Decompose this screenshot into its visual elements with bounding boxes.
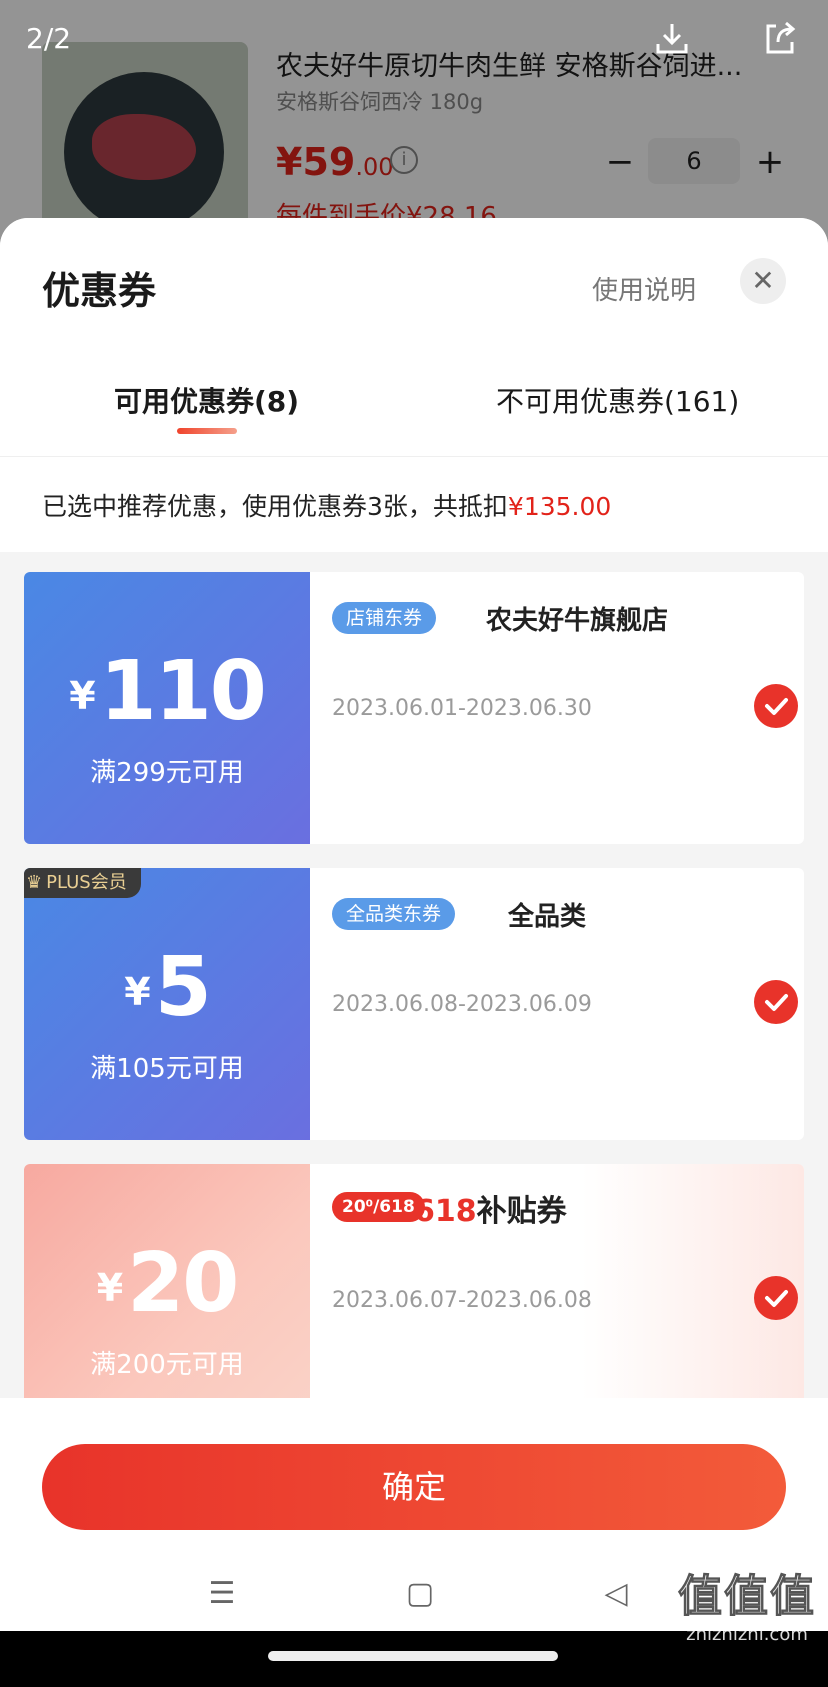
coupon-amount: ¥110 <box>24 644 310 739</box>
plus-member-badge: ♛ PLUS会员 <box>24 868 141 898</box>
share-icon[interactable] <box>760 18 800 58</box>
subsidy-coupon-title: 618补贴券 <box>414 1186 567 1230</box>
coupon-info-panel: 20⁰/618 618补贴券 2023.06.07-2023.06.08 <box>310 1164 804 1436</box>
menu-icon[interactable]: ☰ <box>202 1574 242 1614</box>
site-watermark: 值值值 zhizhizhi.com <box>672 1560 822 1646</box>
subsidy-618-tag: 20⁰/618 <box>332 1192 425 1222</box>
summary-text: 已选中推荐优惠，使用优惠券3张，共抵扣¥135.00 <box>42 487 611 523</box>
confirm-button[interactable]: 确定 <box>42 1444 786 1530</box>
download-icon[interactable] <box>652 18 692 58</box>
coupon-value-panel: ¥20 满200元可用 <box>24 1164 310 1436</box>
subsidy-title-text: 补贴券 <box>476 1194 567 1229</box>
coupon-validity-date: 2023.06.01-2023.06.30 <box>332 696 592 721</box>
coupon-value-panel: ¥5 满105元可用 <box>24 868 310 1140</box>
coupon-info-panel: 全品类东券 全品类 2023.06.08-2023.06.09 <box>310 868 804 1140</box>
coupon-currency: ¥ <box>96 1266 124 1310</box>
coupon-currency: ¥ <box>124 970 151 1014</box>
page-indicator: 2/2 <box>26 22 72 55</box>
coupon-info-panel: 店铺东券 农夫好牛旗舰店 2023.06.01-2023.06.30 <box>310 572 804 844</box>
coupon-type-tag: 全品类东券 <box>332 898 456 930</box>
coupon-value: 110 <box>99 644 267 739</box>
check-icon[interactable] <box>754 980 798 1024</box>
coupon-amount: ¥5 <box>24 940 310 1035</box>
back-icon[interactable]: ◁ <box>596 1574 636 1614</box>
selection-summary: 已选中推荐优惠，使用优惠券3张，共抵扣¥135.00 <box>0 456 828 552</box>
close-button[interactable]: ✕ <box>740 258 786 304</box>
coupon-store-name: 农夫好牛旗舰店 <box>486 606 669 636</box>
coupon-sheet: 优惠券 使用说明 ✕ 可用优惠券(8) 不可用优惠券(161) 已选中推荐优惠，… <box>0 218 828 1631</box>
coupon-condition: 满105元可用 <box>90 1054 244 1084</box>
watermark-logo: 值值值 <box>678 1571 816 1623</box>
coupon-amount: ¥20 <box>24 1236 310 1331</box>
coupon-value-panel: ¥110 满299元可用 <box>24 572 310 844</box>
subsidy-title-number: 618 <box>414 1194 477 1229</box>
coupon-validity-date: 2023.06.08-2023.06.09 <box>332 992 592 1017</box>
sheet-header: 优惠券 使用说明 ✕ 可用优惠券(8) 不可用优惠券(161) <box>0 218 828 456</box>
coupon-type-tag: 店铺东券 <box>332 602 437 634</box>
summary-prefix: 已选中推荐优惠，使用优惠券3张，共抵扣 <box>42 492 508 521</box>
coupon-card[interactable]: ¥20 满200元可用 20⁰/618 618补贴券 2023.06.07-20… <box>24 1164 804 1436</box>
home-indicator[interactable] <box>268 1651 558 1661</box>
tab-unavailable-coupons[interactable]: 不可用优惠券(161) <box>496 380 739 420</box>
sheet-title: 优惠券 <box>42 269 157 313</box>
coupon-value: 5 <box>154 940 212 1035</box>
coupon-value: 20 <box>127 1236 239 1331</box>
coupon-validity-date: 2023.06.07-2023.06.08 <box>332 1288 592 1313</box>
plus-badge-label: PLUS会员 <box>46 872 127 893</box>
coupon-card[interactable]: ¥110 满299元可用 店铺东券 农夫好牛旗舰店 2023.06.01-202… <box>24 572 804 844</box>
coupon-currency: ¥ <box>69 674 96 718</box>
coupon-condition: 满200元可用 <box>90 1350 244 1380</box>
coupon-card[interactable]: ♛ PLUS会员 ¥5 满105元可用 全品类东券 全品类 2023.06.08-… <box>24 868 804 1140</box>
coupon-condition: 满299元可用 <box>90 758 244 788</box>
usage-instructions-link[interactable]: 使用说明 <box>592 270 696 307</box>
active-tab-underline <box>177 428 237 434</box>
coupon-store-name: 全品类 <box>508 902 587 932</box>
check-icon[interactable] <box>754 1276 798 1320</box>
home-icon[interactable]: ▢ <box>400 1574 440 1614</box>
summary-amount: ¥135.00 <box>507 492 612 521</box>
watermark-url: zhizhizhi.com <box>686 1624 808 1645</box>
crown-icon: ♛ <box>26 872 43 893</box>
check-icon[interactable] <box>754 684 798 728</box>
tab-available-coupons[interactable]: 可用优惠券(8) <box>114 380 299 420</box>
